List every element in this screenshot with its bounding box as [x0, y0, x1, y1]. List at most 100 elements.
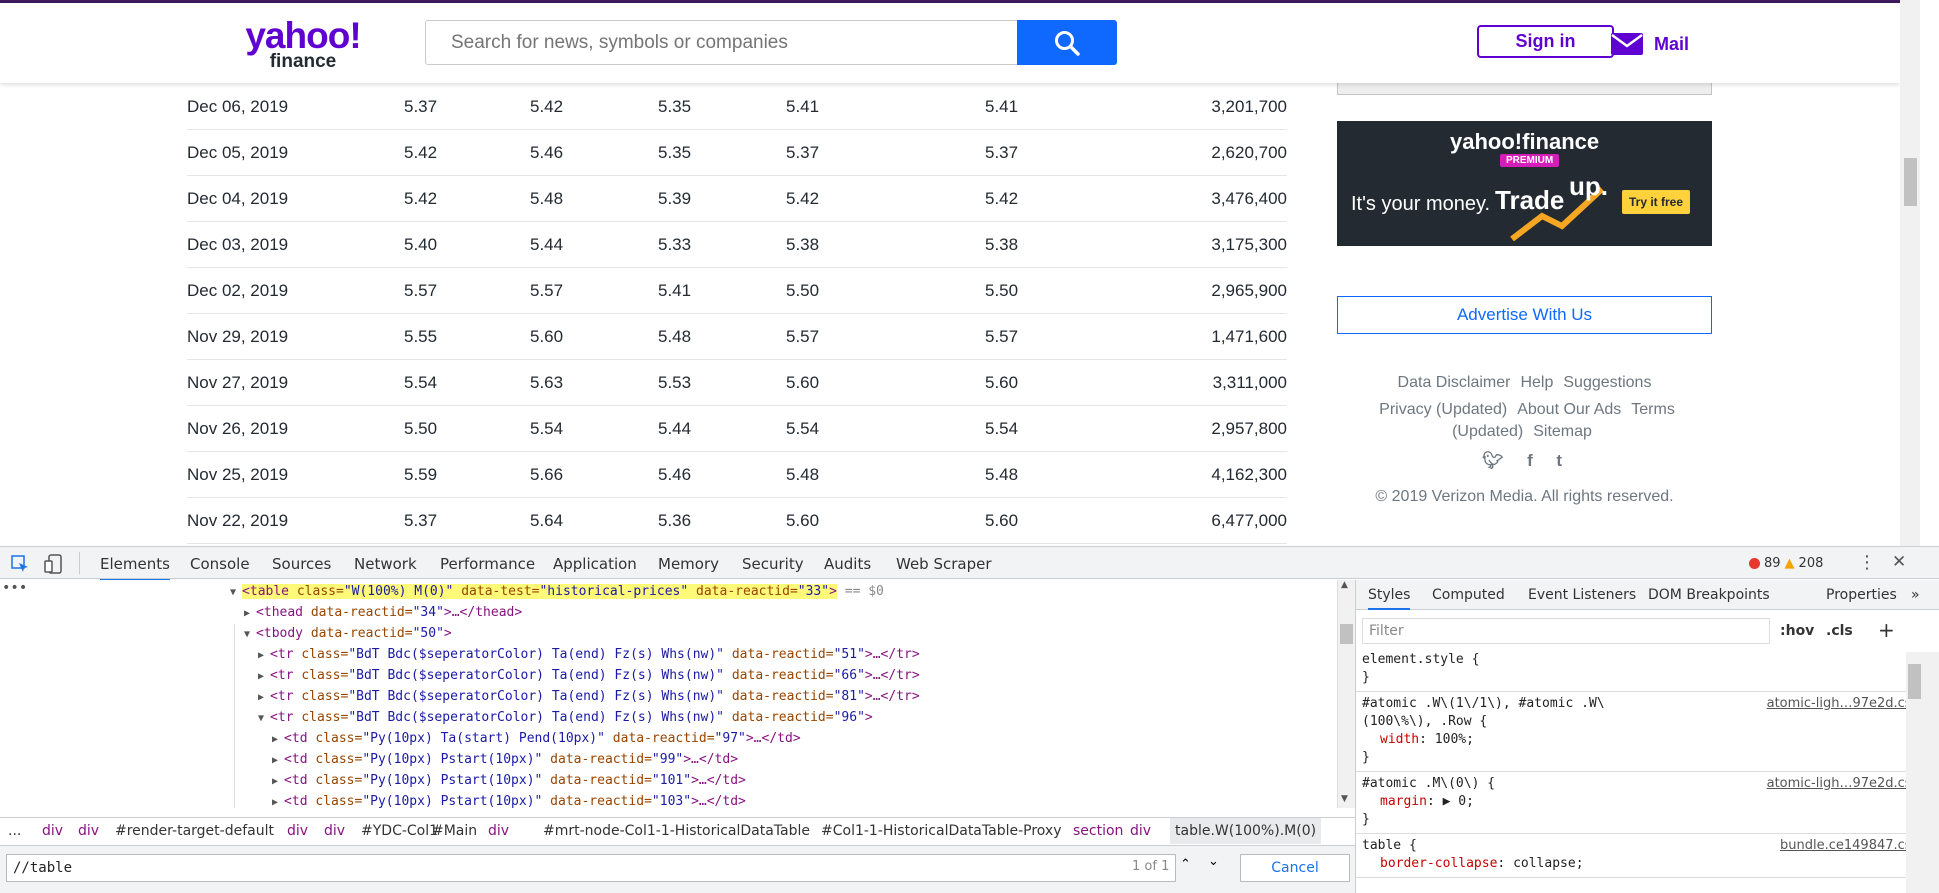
breadcrumb-item[interactable]: #mrt-node-Col1-1-HistoricalDataTable	[543, 818, 810, 844]
expand-arrow-icon[interactable]: ▶	[272, 755, 284, 766]
cls-toggle[interactable]: .cls	[1826, 623, 1853, 639]
twitter-icon[interactable]: 🐦︎	[1482, 451, 1504, 471]
expand-ellipsis-icon[interactable]: •••	[2, 580, 27, 596]
dom-node-line[interactable]: ▶ <tr class="BdT Bdc($seperatorColor) Ta…	[258, 644, 920, 665]
dom-node-line[interactable]: ▶ <td class="Py(10px) Pstart(10px)" data…	[272, 770, 746, 791]
breadcrumb-item[interactable]: #Col1-1-HistoricalDataTable-Proxy	[821, 818, 1062, 844]
dom-node-line[interactable]: ▶ <td class="Py(10px) Pstart(10px)" data…	[272, 791, 746, 808]
tab-memory[interactable]: Memory	[658, 555, 719, 573]
expand-arrow-icon[interactable]: ▶	[258, 692, 270, 703]
tab-styles[interactable]: Styles	[1368, 587, 1411, 610]
footer-link-sitemap[interactable]: Sitemap	[1533, 423, 1592, 440]
tab-computed[interactable]: Computed	[1432, 587, 1505, 603]
kebab-menu-icon[interactable]: ⋮	[1858, 552, 1876, 573]
tab-performance[interactable]: Performance	[440, 555, 535, 573]
breadcrumb-item[interactable]: div	[324, 818, 345, 844]
dom-node-line[interactable]: ▶ <td class="Py(10px) Pstart(10px)" data…	[272, 749, 738, 770]
close-devtools-icon[interactable]: ✕	[1892, 552, 1906, 572]
breadcrumb-item[interactable]: div	[488, 818, 509, 844]
search-button[interactable]	[1017, 20, 1117, 65]
breadcrumb-item[interactable]: div	[42, 818, 63, 844]
expand-arrow-icon[interactable]: ▶	[272, 776, 284, 787]
sign-in-button[interactable]: Sign in	[1477, 25, 1614, 58]
style-rule-selector[interactable]: #atomic .W\(1\/1\), #atomic .W\	[1362, 696, 1605, 711]
breadcrumb-item[interactable]: div	[287, 818, 308, 844]
find-next-icon[interactable]: ⌄	[1208, 854, 1219, 869]
breadcrumb-item[interactable]: #render-target-default	[115, 818, 274, 844]
collapse-arrow-icon[interactable]: ▼	[244, 629, 256, 640]
tab-security[interactable]: Security	[742, 555, 804, 573]
tab-event-listeners[interactable]: Event Listeners	[1528, 587, 1636, 603]
advertise-with-us-button[interactable]: Advertise With Us	[1337, 296, 1712, 334]
dom-node-line[interactable]: ▶ <td class="Py(10px) Ta(start) Pend(10p…	[272, 728, 801, 749]
expand-arrow-icon[interactable]: ▶	[272, 734, 284, 745]
premium-ad-banner[interactable]: yahoo!finance PREMIUM It's your money. T…	[1337, 121, 1712, 246]
footer-link-disclaimer[interactable]: Data Disclaimer	[1398, 374, 1511, 391]
expand-arrow-icon[interactable]: ▶	[272, 797, 284, 808]
search-input[interactable]	[425, 20, 1018, 65]
style-property[interactable]: border-collapse: collapse;	[1380, 856, 1584, 871]
dom-node-line[interactable]: ▼ <tbody data-reactid="50">	[244, 623, 452, 644]
inspect-element-icon[interactable]	[11, 555, 29, 573]
style-rule-selector[interactable]: table {	[1362, 838, 1417, 853]
ad-try-button[interactable]: Try it free	[1622, 190, 1691, 214]
table-row: Nov 22, 2019 5.37 5.64 5.36 5.60 5.60 6,477,00…	[187, 498, 1287, 544]
breadcrumb-item[interactable]: #YDC-Col1	[361, 818, 438, 844]
style-rule-selector[interactable]: #atomic .M\(0\) {	[1362, 776, 1495, 791]
cancel-button[interactable]: Cancel	[1240, 854, 1350, 882]
breadcrumb-item[interactable]: div	[78, 818, 99, 844]
expand-arrow-icon[interactable]: ▶	[258, 671, 270, 682]
dom-node-line[interactable]: ▶ <thead data-reactid="34">…</thead>	[244, 602, 522, 623]
breadcrumb-item[interactable]: section	[1073, 818, 1123, 844]
dom-scrollbar[interactable]: ▲ ▼	[1337, 580, 1355, 808]
breadcrumb-item[interactable]: #Main	[432, 818, 477, 844]
yahoo-finance-logo[interactable]: yahoo! finance	[243, 17, 363, 71]
styles-filter-input[interactable]: Filter	[1362, 618, 1770, 644]
style-property[interactable]: margin: ▶ 0;	[1380, 794, 1474, 809]
new-rule-icon[interactable]: +	[1878, 618, 1895, 642]
tab-network[interactable]: Network	[354, 555, 417, 573]
collapse-arrow-icon[interactable]: ▼	[258, 713, 270, 724]
hov-toggle[interactable]: :hov	[1780, 623, 1814, 639]
page-scrollbar[interactable]	[1900, 0, 1920, 546]
tab-console[interactable]: Console	[190, 555, 250, 573]
footer-link-help[interactable]: Help	[1520, 374, 1553, 391]
tab-web-scraper[interactable]: Web Scraper	[896, 555, 992, 573]
more-tabs-icon[interactable]: »	[1911, 587, 1920, 603]
tab-properties[interactable]: Properties	[1826, 587, 1897, 603]
facebook-icon[interactable]: f	[1527, 451, 1533, 471]
mail-link[interactable]: Mail	[1610, 27, 1689, 61]
footer-link-suggestions[interactable]: Suggestions	[1563, 374, 1651, 391]
find-prev-icon[interactable]: ⌃	[1180, 857, 1191, 872]
dom-node-line[interactable]: ▶ <tr class="BdT Bdc($seperatorColor) Ta…	[258, 665, 920, 686]
dom-guide-line	[234, 624, 235, 808]
styles-scrollbar[interactable]	[1906, 652, 1939, 893]
collapse-arrow-icon[interactable]: ▼	[230, 587, 242, 598]
expand-arrow-icon[interactable]: ▶	[258, 650, 270, 661]
dom-scrollbar-thumb[interactable]	[1340, 624, 1353, 644]
scroll-down-icon[interactable]: ▼	[1341, 794, 1348, 804]
dom-node-line[interactable]: ▼ <tr class="BdT Bdc($seperatorColor) Ta…	[258, 707, 873, 728]
find-input[interactable]: //table	[6, 854, 1176, 882]
expand-arrow-icon[interactable]: ▶	[244, 608, 256, 619]
style-property[interactable]: width: 100%;	[1380, 732, 1474, 747]
footer-link-privacy[interactable]: Privacy (Updated)	[1379, 401, 1507, 418]
tab-application[interactable]: Application	[553, 555, 637, 573]
dom-node-line[interactable]: ▼ <table class="W(100%) M(0)" data-test=…	[230, 581, 884, 602]
scroll-up-icon[interactable]: ▲	[1341, 580, 1348, 590]
page-scrollbar-thumb[interactable]	[1904, 158, 1917, 206]
tab-elements[interactable]: Elements	[100, 555, 170, 581]
device-toolbar-icon[interactable]	[44, 554, 62, 574]
issue-counts[interactable]: 89 ▲ 208	[1749, 556, 1823, 571]
tab-dom-breakpoints[interactable]: DOM Breakpoints	[1648, 587, 1770, 603]
tab-audits[interactable]: Audits	[824, 555, 871, 573]
dom-node-line[interactable]: ▶ <tr class="BdT Bdc($seperatorColor) Ta…	[258, 686, 920, 707]
breadcrumb-item[interactable]: ...	[8, 818, 21, 844]
style-rule-selector[interactable]: element.style {	[1362, 652, 1479, 667]
styles-scrollbar-thumb[interactable]	[1908, 664, 1921, 699]
tumblr-icon[interactable]: t	[1556, 451, 1562, 471]
breadcrumb-item[interactable]: table.W(100%).M(0)	[1170, 818, 1322, 844]
footer-link-ads[interactable]: About Our Ads	[1517, 401, 1621, 418]
tab-sources[interactable]: Sources	[272, 555, 331, 573]
breadcrumb-item[interactable]: div	[1130, 818, 1151, 844]
